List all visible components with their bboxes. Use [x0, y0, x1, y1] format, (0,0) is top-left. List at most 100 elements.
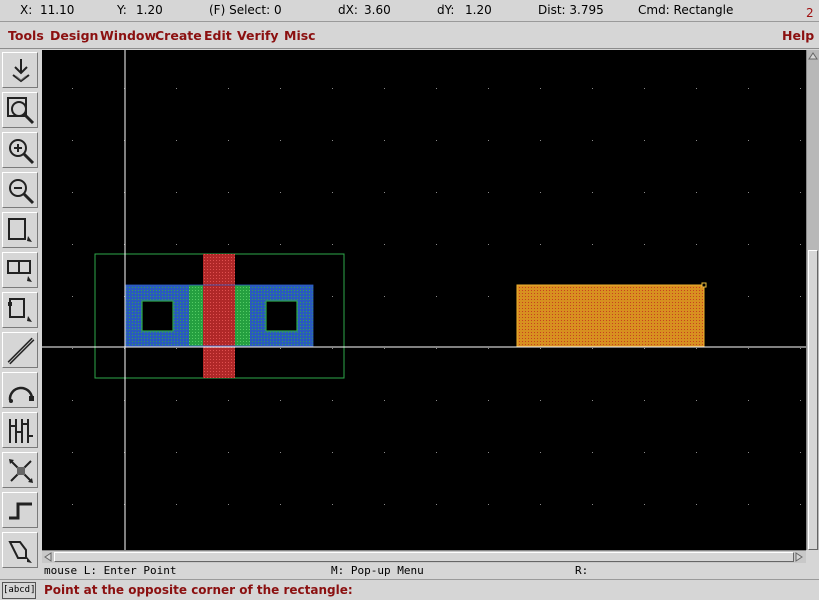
save-tool-button[interactable] [2, 52, 38, 88]
grid-dot [176, 452, 177, 453]
grid-dot [72, 192, 73, 193]
grid-dot [176, 192, 177, 193]
grid-dot [436, 452, 437, 453]
grid-dot [436, 296, 437, 297]
menu-verify[interactable]: Verify [237, 28, 279, 43]
pan-tool-button[interactable] [2, 212, 38, 248]
contact-cut-right [265, 300, 298, 332]
redraw-tool-button[interactable] [2, 292, 38, 328]
path-tool-button[interactable] [2, 492, 38, 528]
grid-dot [332, 244, 333, 245]
vertical-scroll-thumb[interactable] [808, 250, 818, 550]
grid-dot [748, 400, 749, 401]
grid-dot [488, 348, 489, 349]
zoom-out-tool-button[interactable] [2, 172, 38, 208]
dx-label: dX: [338, 3, 358, 17]
grid-dot [176, 140, 177, 141]
menu-window[interactable]: Window [100, 28, 156, 43]
window-select-tool-button[interactable] [2, 252, 38, 288]
grid-dot [696, 504, 697, 505]
grid-dot [384, 348, 385, 349]
grid-dot [488, 452, 489, 453]
menu-create[interactable]: Create [155, 28, 202, 43]
grid-dot [72, 504, 73, 505]
grid-dot [748, 348, 749, 349]
menu-design[interactable]: Design [50, 28, 98, 43]
grid-dot [280, 504, 281, 505]
window-select-icon [7, 260, 32, 282]
vertical-scrollbar[interactable] [806, 50, 819, 550]
transform-icon [9, 459, 33, 483]
zoom-in-tool-button[interactable] [2, 132, 38, 168]
dy-label: dY: [437, 3, 455, 17]
grid-dot [748, 504, 749, 505]
scroll-right-icon[interactable] [794, 552, 804, 562]
grid-dot [800, 192, 801, 193]
grid-dot [488, 88, 489, 89]
grid-dot [800, 452, 801, 453]
grid-dot [748, 296, 749, 297]
grid-dot [644, 244, 645, 245]
grid-dot [436, 504, 437, 505]
grid-dot [332, 140, 333, 141]
grid-dot [540, 348, 541, 349]
grid-dot [540, 244, 541, 245]
polygon-tool-button[interactable] [2, 532, 38, 568]
grid-dot [800, 400, 801, 401]
horizontal-scrollbar[interactable] [42, 550, 806, 563]
grid-dot [436, 244, 437, 245]
menu-misc[interactable]: Misc [284, 28, 316, 43]
zoom-in-icon [9, 139, 35, 165]
grid-dot [384, 244, 385, 245]
grid-dot [72, 296, 73, 297]
grid-dot [384, 452, 385, 453]
grid-dot [280, 140, 281, 141]
layout-canvas[interactable] [42, 50, 806, 550]
contact-cut-left [141, 300, 174, 332]
zoom-fit-icon [7, 97, 35, 125]
y-coord-value: 1.20 [136, 3, 163, 17]
arc-tool-button[interactable] [2, 372, 38, 408]
grid-dot [228, 88, 229, 89]
scroll-left-icon[interactable] [43, 552, 53, 562]
horizontal-scroll-thumb[interactable] [54, 552, 794, 562]
new-rectangle [516, 284, 705, 348]
redraw-icon [8, 298, 32, 322]
layout-drawing[interactable] [42, 50, 806, 550]
grid-dot [748, 452, 749, 453]
grid-dot [72, 452, 73, 453]
grid-dot [800, 504, 801, 505]
grid-dot [644, 140, 645, 141]
grid-dot [280, 400, 281, 401]
grid-dot [228, 192, 229, 193]
grid-dot [488, 400, 489, 401]
menu-tools[interactable]: Tools [8, 28, 44, 43]
menu-help[interactable]: Help [782, 28, 814, 43]
array-tool-button[interactable] [2, 412, 38, 448]
grid-dot [436, 192, 437, 193]
grid-dot [280, 348, 281, 349]
grid-dot [72, 88, 73, 89]
status-bar: X: 11.10 Y: 1.20 (F) Select: 0 dX: 3.60 … [0, 0, 819, 22]
grid-dot [384, 296, 385, 297]
grid-dot [748, 244, 749, 245]
grid-dot [280, 88, 281, 89]
zoom-fit-tool-button[interactable] [2, 92, 38, 128]
grid-dot [696, 244, 697, 245]
grid-dot [436, 140, 437, 141]
grid-dot [696, 192, 697, 193]
path-icon [9, 502, 32, 520]
pan-icon [8, 218, 32, 242]
wire-tool-button[interactable] [2, 332, 38, 368]
select-count: (F) Select: 0 [209, 3, 282, 17]
menu-edit[interactable]: Edit [204, 28, 232, 43]
grid-dot [228, 244, 229, 245]
grid-dot [540, 192, 541, 193]
grid-dot [176, 244, 177, 245]
grid-dot [800, 244, 801, 245]
grid-dot [228, 452, 229, 453]
text-entry-button[interactable]: [abcd] [2, 582, 36, 599]
y-coord-label: Y: [117, 3, 127, 17]
transform-tool-button[interactable] [2, 452, 38, 488]
scroll-up-icon[interactable] [808, 51, 818, 61]
